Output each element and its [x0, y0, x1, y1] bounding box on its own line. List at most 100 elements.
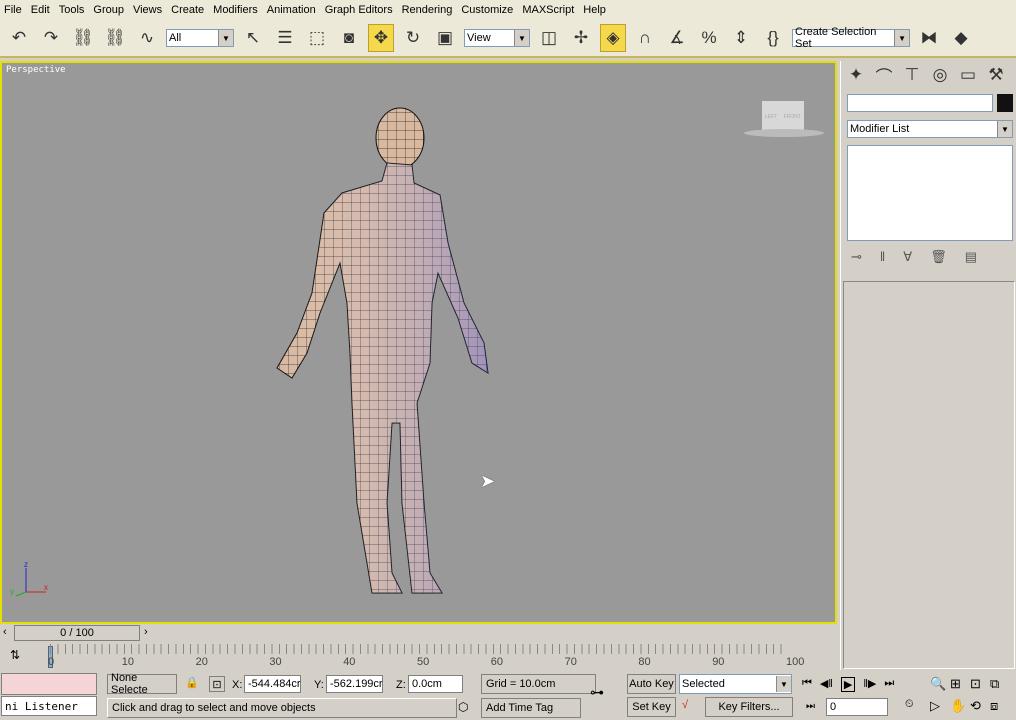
perspective-viewport[interactable]: Perspective LEFT FRONT z x y ➤: [0, 61, 837, 624]
menu-help[interactable]: Help: [583, 4, 606, 16]
motion-tab-icon[interactable]: ◎: [929, 64, 951, 86]
create-tab-icon[interactable]: ✦: [845, 64, 867, 86]
menu-group[interactable]: Group: [93, 4, 124, 16]
auto-key-button[interactable]: Auto Key: [627, 674, 676, 694]
orbit-icon[interactable]: ⟲: [970, 698, 990, 714]
add-time-tag-button[interactable]: Add Time Tag: [481, 698, 581, 718]
play-icon[interactable]: ▶: [840, 677, 856, 692]
menu-edit[interactable]: Edit: [31, 4, 50, 16]
window-crossing-icon[interactable]: ◙: [336, 24, 362, 52]
tick-label: 60: [490, 656, 504, 668]
display-tab-icon[interactable]: ▭: [957, 64, 979, 86]
object-name-input[interactable]: [847, 94, 993, 112]
spinner-snap-icon[interactable]: ⇕: [728, 24, 754, 52]
key-mode-dropdown[interactable]: Selected ▼: [679, 674, 792, 694]
next-key-icon[interactable]: ‖▶: [863, 677, 876, 692]
menu-customize[interactable]: Customize: [461, 4, 513, 16]
zoom-extents-icon[interactable]: ⊡: [970, 676, 990, 692]
zoom-icon[interactable]: 🔍: [930, 676, 950, 692]
go-to-start-icon[interactable]: ⏮: [802, 677, 812, 692]
chevron-down-icon: ▼: [218, 30, 233, 46]
modify-tab-icon[interactable]: ⌒: [873, 64, 895, 87]
prev-key-icon[interactable]: ◀‖: [820, 677, 833, 692]
edit-named-selection-icon[interactable]: {}: [760, 24, 786, 52]
snap-icon[interactable]: ∩: [632, 24, 658, 52]
hierarchy-tab-icon[interactable]: ⊤: [901, 64, 923, 86]
select-icon[interactable]: ↖: [240, 24, 266, 52]
modifier-list-dropdown[interactable]: Modifier List ▼: [847, 120, 1013, 138]
default-tangent-icon[interactable]: √: [682, 699, 688, 711]
menu-tools[interactable]: Tools: [59, 4, 85, 16]
field-of-view-icon[interactable]: ▷: [930, 698, 950, 714]
bind-space-warp-icon[interactable]: ∿: [134, 24, 160, 52]
pivot-icon[interactable]: ◫: [536, 24, 562, 52]
unlink-icon[interactable]: ⛓: [102, 24, 128, 52]
set-key-button[interactable]: Set Key: [627, 697, 676, 717]
time-configuration-icon[interactable]: ⏲: [905, 698, 914, 711]
chevron-down-icon: ▼: [997, 121, 1012, 137]
link-icon[interactable]: ⛓: [70, 24, 96, 52]
zoom-all-icon[interactable]: ⊞: [950, 676, 970, 692]
selection-filter-dropdown[interactable]: All ▼: [166, 29, 234, 47]
absolute-mode-icon[interactable]: ⊡: [209, 676, 225, 692]
track-bar[interactable]: ⇅ 0 10 20 30 40 50 60 70 80 90 100: [0, 644, 838, 670]
move-icon[interactable]: ✥: [368, 24, 394, 52]
undo-icon[interactable]: ↶: [6, 24, 32, 52]
angle-snap-icon[interactable]: ∡: [664, 24, 690, 52]
configure-modifier-sets-icon[interactable]: ▤: [965, 249, 977, 265]
select-by-name-icon[interactable]: ☰: [272, 24, 298, 52]
pin-stack-icon[interactable]: ⊸: [851, 249, 862, 265]
z-coordinate-input[interactable]: 0.0cm: [408, 675, 463, 693]
menu-views[interactable]: Views: [133, 4, 162, 16]
curve-editor-icon[interactable]: ⇅: [10, 648, 20, 662]
maxscript-mini-listener-pink[interactable]: [1, 673, 97, 695]
maximize-viewport-icon[interactable]: ⧈: [990, 698, 1010, 714]
time-slider[interactable]: ‹ 0 / 100 ›: [0, 624, 838, 642]
menu-file[interactable]: File: [4, 4, 22, 16]
key-icon[interactable]: ⊶: [590, 684, 604, 701]
remove-modifier-icon[interactable]: 🗑: [930, 249, 947, 265]
reference-coord-dropdown[interactable]: View ▼: [464, 29, 530, 47]
y-coordinate-input[interactable]: -562.199cr: [326, 675, 383, 693]
time-tag-icon: ⬡: [458, 700, 469, 714]
align-icon[interactable]: ◆: [948, 24, 974, 52]
key-mode-toggle-icon[interactable]: ⏭: [806, 701, 815, 712]
track-ticks: [50, 644, 788, 654]
z-label: Z:: [396, 679, 406, 691]
prev-frame-arrow-icon[interactable]: ‹: [3, 626, 7, 638]
object-color-swatch[interactable]: [997, 94, 1013, 112]
rect-selection-icon[interactable]: ⬚: [304, 24, 330, 52]
percent-snap-icon[interactable]: %: [696, 24, 722, 52]
go-to-end-icon[interactable]: ⏭: [884, 677, 894, 692]
make-unique-icon[interactable]: ∀: [903, 249, 912, 265]
menu-rendering[interactable]: Rendering: [402, 4, 453, 16]
modifier-stack[interactable]: [847, 145, 1013, 241]
viewport-navigation: 🔍 ⊞ ⊡ ⧉ ▷ ✋ ⟲ ⧈: [930, 676, 1010, 714]
scale-icon[interactable]: ▣: [432, 24, 458, 52]
utilities-tab-icon[interactable]: ⚒: [985, 64, 1007, 86]
human-mesh-model[interactable]: [252, 103, 512, 603]
named-selection-set-dropdown[interactable]: Create Selection Set ▼: [792, 26, 910, 50]
menu-create[interactable]: Create: [171, 4, 204, 16]
menu-graph-editors[interactable]: Graph Editors: [325, 4, 393, 16]
rotate-icon[interactable]: ↻: [400, 24, 426, 52]
maxscript-mini-listener[interactable]: ni Listener: [1, 696, 97, 716]
next-frame-arrow-icon[interactable]: ›: [144, 626, 148, 638]
menu-modifiers[interactable]: Modifiers: [213, 4, 258, 16]
keyboard-shortcut-icon[interactable]: ◈: [600, 24, 626, 52]
zoom-extents-all-icon[interactable]: ⧉: [990, 676, 1010, 692]
lock-selection-icon[interactable]: 🔒: [185, 676, 199, 689]
key-filters-button[interactable]: Key Filters...: [705, 697, 793, 717]
x-coordinate-input[interactable]: -544.484cr: [244, 675, 301, 693]
menu-maxscript[interactable]: MAXScript: [522, 4, 574, 16]
redo-icon[interactable]: ↷: [38, 24, 64, 52]
show-end-result-icon[interactable]: ‖: [880, 249, 885, 265]
menu-animation[interactable]: Animation: [267, 4, 316, 16]
manipulate-icon[interactable]: ✢: [568, 24, 594, 52]
viewport-label[interactable]: Perspective: [6, 65, 66, 75]
mirror-icon[interactable]: ⧓: [916, 24, 942, 52]
pan-icon[interactable]: ✋: [950, 698, 970, 714]
current-frame-input[interactable]: 0: [826, 698, 888, 716]
rollout-area: [843, 281, 1015, 669]
time-slider-thumb[interactable]: 0 / 100: [14, 625, 140, 641]
